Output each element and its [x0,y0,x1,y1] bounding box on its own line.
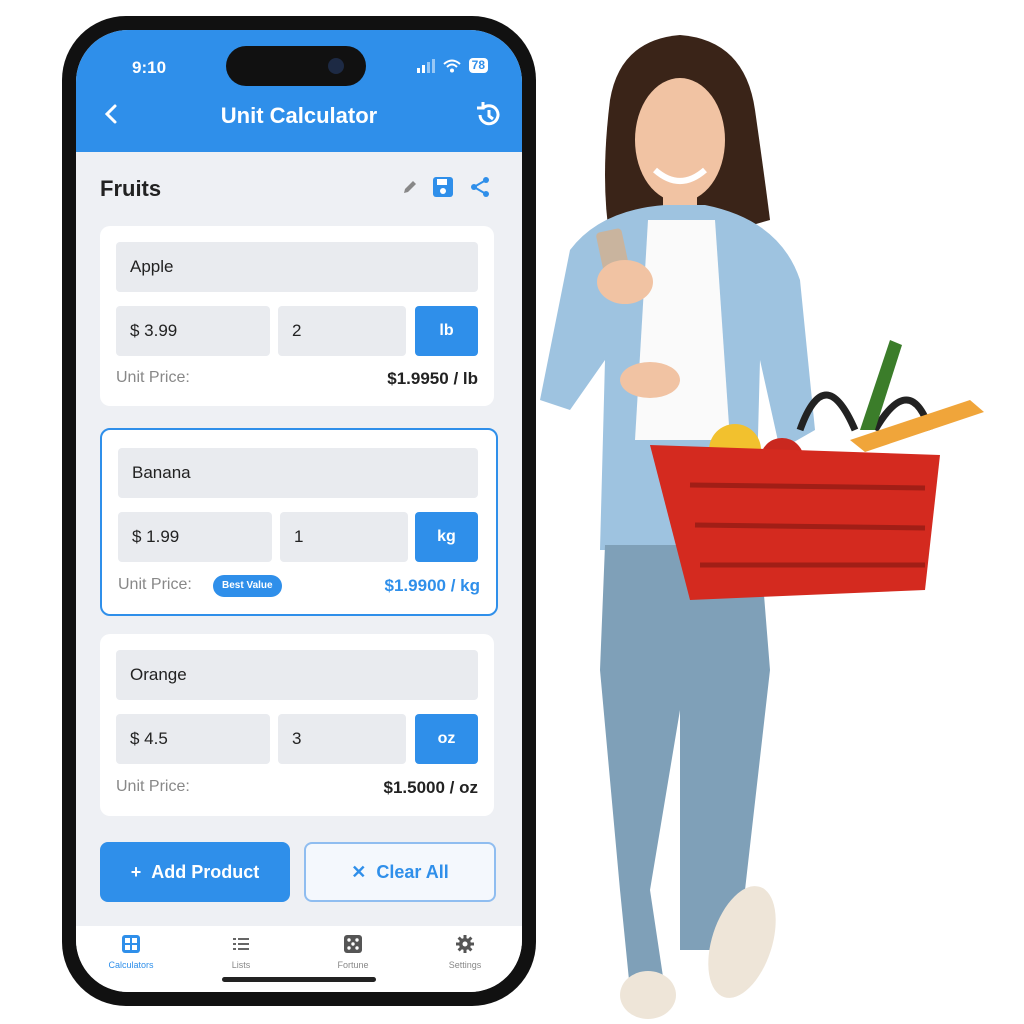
dice-icon [344,935,362,953]
list-title: Fruits [100,176,162,201]
price-input[interactable]: $ 1.99 [118,512,272,562]
product-card-banana: Banana $ 1.99 1 kg Unit Price: Best Valu… [100,428,498,616]
battery-icon: 78 [468,58,488,73]
calculator-icon [122,935,140,953]
dynamic-island [226,46,366,86]
clear-all-label: Clear All [376,861,449,882]
unit-price-label: Unit Price: [116,369,190,386]
home-indicator [222,977,376,982]
unit-price-value: $1.9900 / kg [384,576,480,595]
app-header: 9:10 78 Unit Calculator [76,30,522,152]
tab-fortune[interactable]: Fortune [298,934,408,970]
history-icon[interactable] [472,99,504,131]
list-icon [233,938,249,950]
tab-calculators[interactable]: Calculators [76,934,186,970]
tab-label: Lists [231,960,251,970]
save-icon[interactable] [432,176,454,198]
unit-price-value: $1.5000 / oz [383,778,478,797]
plus-icon: + [130,861,142,882]
status-icons: 78 [416,58,488,73]
clear-all-button[interactable]: ✕ Clear All [304,842,496,902]
edit-icon[interactable] [402,179,418,195]
unit-button[interactable]: kg [415,512,478,562]
product-name-input[interactable]: Banana [118,448,478,498]
unit-button[interactable]: lb [415,306,478,356]
phone-mockup: 9:10 78 Unit Calculator Fruits Apple $ 3… [62,16,536,1006]
bottom-tab-bar: Calculators Lists Fortune Settings [76,926,522,992]
camera-icon [328,58,344,74]
unit-price-value: $1.9950 / lb [387,369,478,388]
signal-icon [416,58,435,73]
product-name-input[interactable]: Apple [116,242,478,292]
gear-icon [456,935,474,953]
unit-price-label: Unit Price: [116,778,190,795]
product-card-apple: Apple $ 3.99 2 lb Unit Price: $1.9950 / … [100,226,494,406]
app-screen: 9:10 78 Unit Calculator Fruits Apple $ 3… [76,30,522,992]
share-icon[interactable] [468,175,492,199]
tab-label: Fortune [337,960,369,970]
best-value-badge: Best Value [213,575,282,597]
close-icon: ✕ [351,861,367,882]
product-name-input[interactable]: Orange [116,650,478,700]
price-input[interactable]: $ 3.99 [116,306,270,356]
page-title: Unit Calculator [220,103,378,128]
product-card-orange: Orange $ 4.5 3 oz Unit Price: $1.5000 / … [100,634,494,816]
quantity-input[interactable]: 1 [280,512,408,562]
quantity-input[interactable]: 2 [278,306,406,356]
unit-price-label: Unit Price: [118,576,192,593]
quantity-input[interactable]: 3 [278,714,406,764]
wifi-icon [442,59,461,72]
tab-label: Calculators [108,960,154,970]
list-actions [402,175,492,199]
tab-label: Settings [448,960,482,970]
tab-lists[interactable]: Lists [186,934,296,970]
woman-with-basket-illustration [540,35,984,1019]
status-time: 9:10 [132,58,167,77]
price-input[interactable]: $ 4.5 [116,714,270,764]
add-product-button[interactable]: + Add Product [100,842,290,902]
tab-settings[interactable]: Settings [410,934,520,970]
unit-button[interactable]: oz [415,714,478,764]
add-product-label: Add Product [151,861,260,882]
